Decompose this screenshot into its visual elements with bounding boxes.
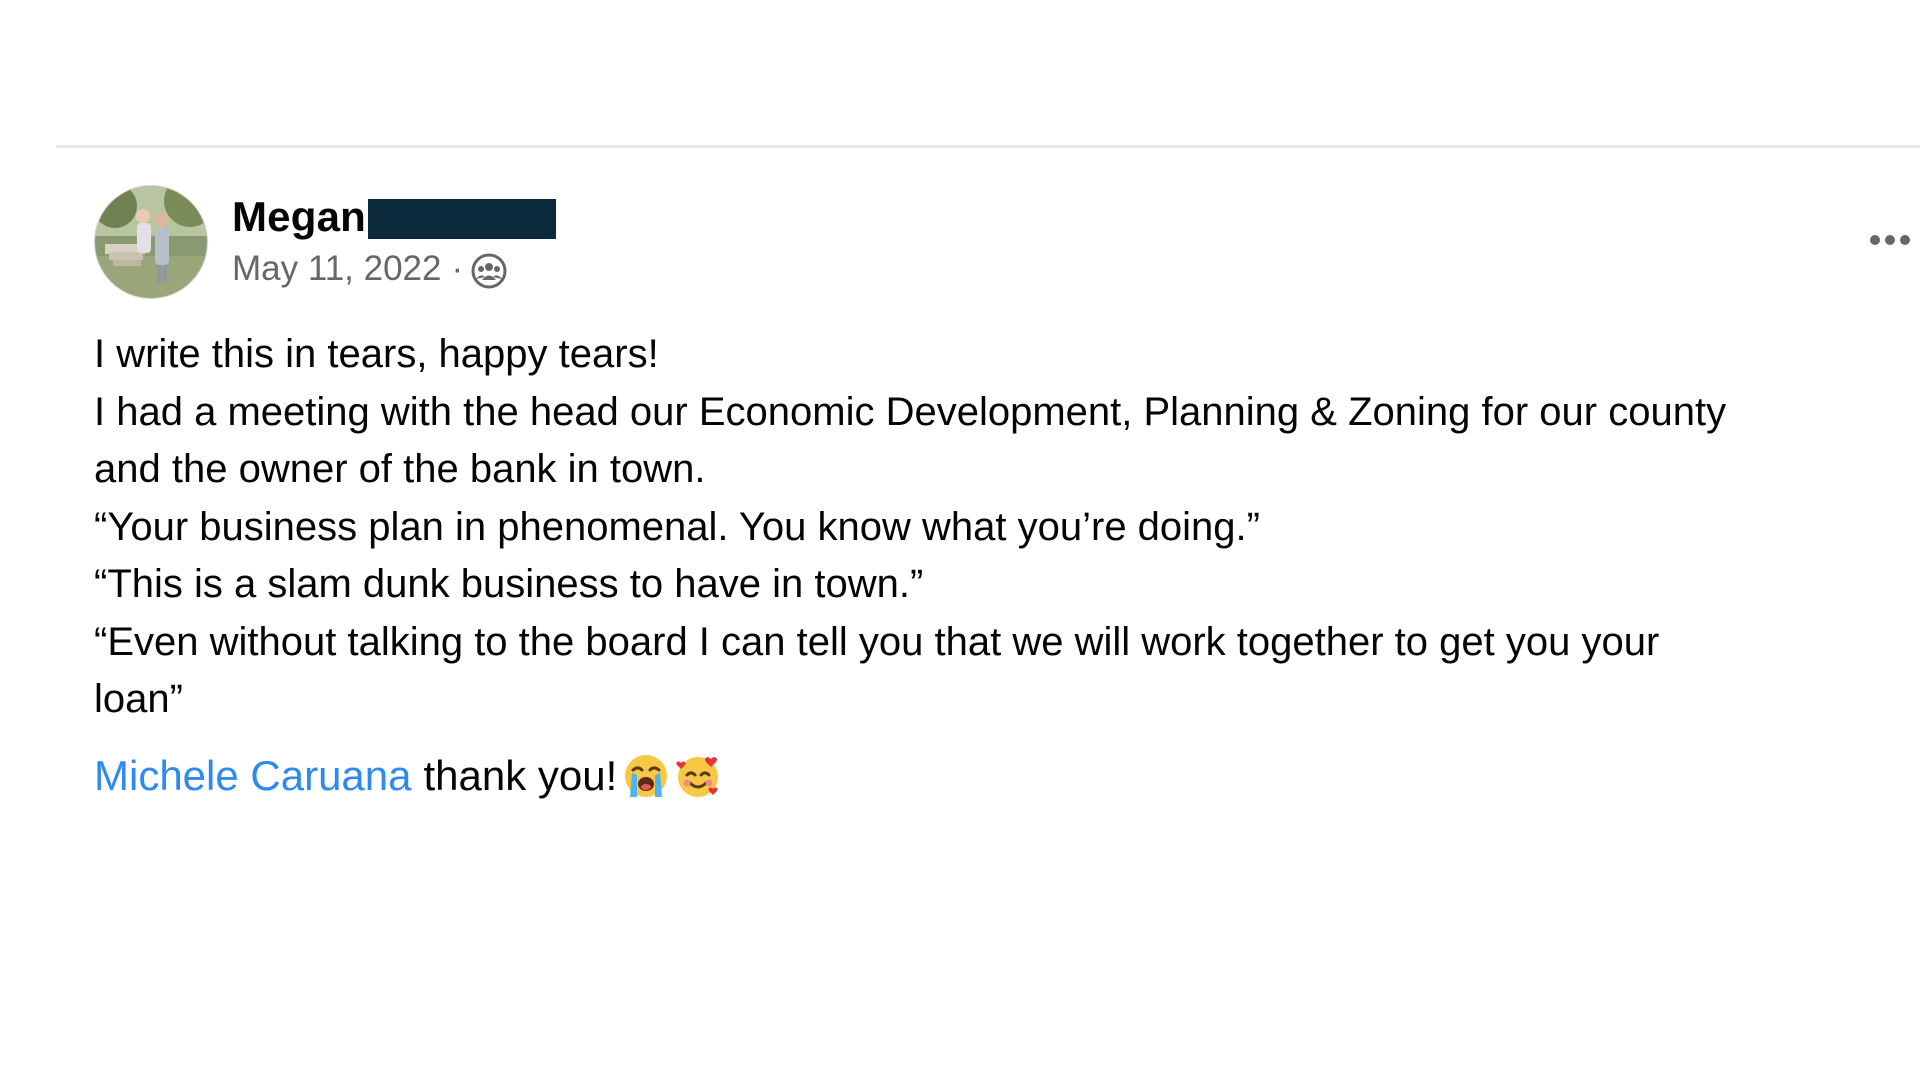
author-name[interactable]: Megan	[232, 193, 366, 241]
post-body-line: “Your business plan in phenomenal. You k…	[94, 504, 1260, 549]
author-line: Megan	[232, 187, 557, 247]
mention-line: Michele Caruana thank you!	[94, 746, 721, 806]
more-dot-icon	[1870, 235, 1880, 245]
author-block: Megan May 11, 2022 ·	[232, 187, 557, 289]
post-meta: May 11, 2022 ·	[232, 249, 556, 289]
post-body-line: I write this in tears, happy tears!	[94, 332, 659, 376]
redaction-bar	[368, 199, 557, 239]
mention-link[interactable]: Michele Caruana	[94, 746, 412, 806]
more-options-button[interactable]	[1870, 225, 1920, 255]
meta-separator: ·	[451, 249, 464, 288]
more-dot-icon	[1885, 235, 1895, 245]
post-body-line: loan”	[94, 677, 183, 721]
post-card: Megan May 11, 2022 · I write this in tea…	[56, 145, 1920, 1083]
smiling-face-with-hearts-emoji-icon	[675, 753, 721, 799]
post-body-line: I had a meeting with the head our Econom…	[94, 389, 1727, 434]
thanks-text: thank you!	[423, 752, 618, 799]
post-header: Megan May 11, 2022 ·	[94, 185, 1920, 305]
post-body: I write this in tears, happy tears! I ha…	[94, 326, 1914, 729]
post-body-line: “Even without talking to the board I can…	[94, 619, 1660, 664]
post-body-line: “This is a slam dunk business to have in…	[94, 562, 924, 606]
post-date[interactable]: May 11, 2022	[232, 249, 442, 289]
loudly-crying-face-emoji-icon	[623, 753, 669, 799]
author-avatar[interactable]	[94, 185, 208, 299]
group-audience-icon[interactable]	[471, 253, 507, 289]
more-dot-icon	[1900, 235, 1910, 245]
post-body-line: and the owner of the bank in town.	[94, 447, 706, 491]
avatar-photo-icon	[95, 186, 207, 298]
